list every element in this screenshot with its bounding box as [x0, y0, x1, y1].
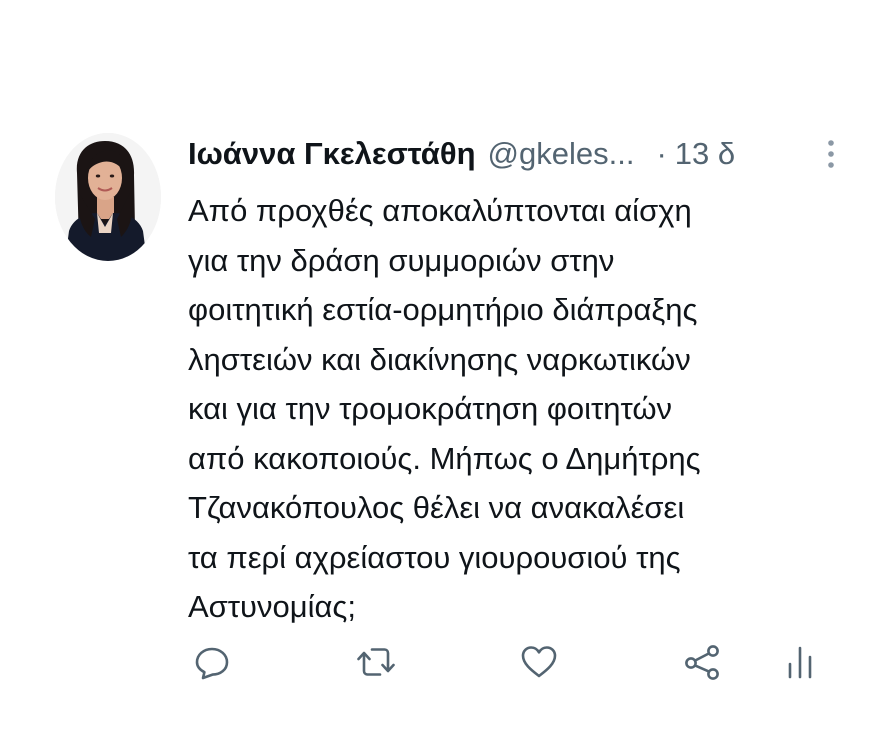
- author-handle[interactable]: @gkeles...: [488, 136, 635, 172]
- retweet-icon: [357, 648, 395, 676]
- reply-button[interactable]: [190, 640, 234, 684]
- like-button[interactable]: [517, 640, 561, 684]
- tweet-text-line: από κακοποιούς. Μήπως ο Δημήτρης: [188, 440, 701, 476]
- tweet-text-line: τα περί αχρείαστου γιουρουσιού της: [188, 539, 681, 575]
- tweet-text-line: και για την τρομοκράτηση φοιτητών: [188, 391, 673, 426]
- tweet-card[interactable]: Ιωάννα Γκελεστάθη @gkeles... · 13 δ Από …: [0, 0, 880, 729]
- tweet-text-line: φοιτητική εστία-ορμητήριο διάπραξης: [188, 292, 698, 327]
- analytics-icon: [788, 646, 812, 679]
- retweet-button[interactable]: [354, 640, 398, 684]
- vertical-dots-icon[interactable]: [824, 136, 838, 172]
- analytics-button[interactable]: [778, 640, 822, 684]
- reply-icon: [195, 647, 229, 680]
- tweet-text-line: Αστυνομίας;: [188, 589, 356, 624]
- tweet-text-line: για την δράση συμμοριών στην: [188, 242, 615, 278]
- tweet-text-line: Από προχθές αποκαλύπτονται αίσχη: [188, 193, 692, 228]
- heart-icon: [521, 646, 557, 678]
- tweet-text-line: Τζανακόπουλος θέλει να ανακαλέσει: [188, 490, 685, 525]
- share-icon: [685, 645, 719, 680]
- tweet-header: Ιωάννα Γκελεστάθη @gkeles... · 13 δ: [188, 134, 735, 174]
- header-separator: ·: [656, 136, 667, 171]
- tweet-text: Από προχθές αποκαλύπτονται αίσχη για την…: [188, 186, 848, 632]
- author-name[interactable]: Ιωάννα Γκελεστάθη: [188, 136, 476, 172]
- author-avatar[interactable]: [55, 133, 161, 261]
- tweet-timestamp[interactable]: 13 δ: [675, 136, 735, 172]
- share-button[interactable]: [680, 640, 724, 684]
- tweet-text-line: ληστειών και διακίνησης ναρκωτικών: [188, 341, 691, 377]
